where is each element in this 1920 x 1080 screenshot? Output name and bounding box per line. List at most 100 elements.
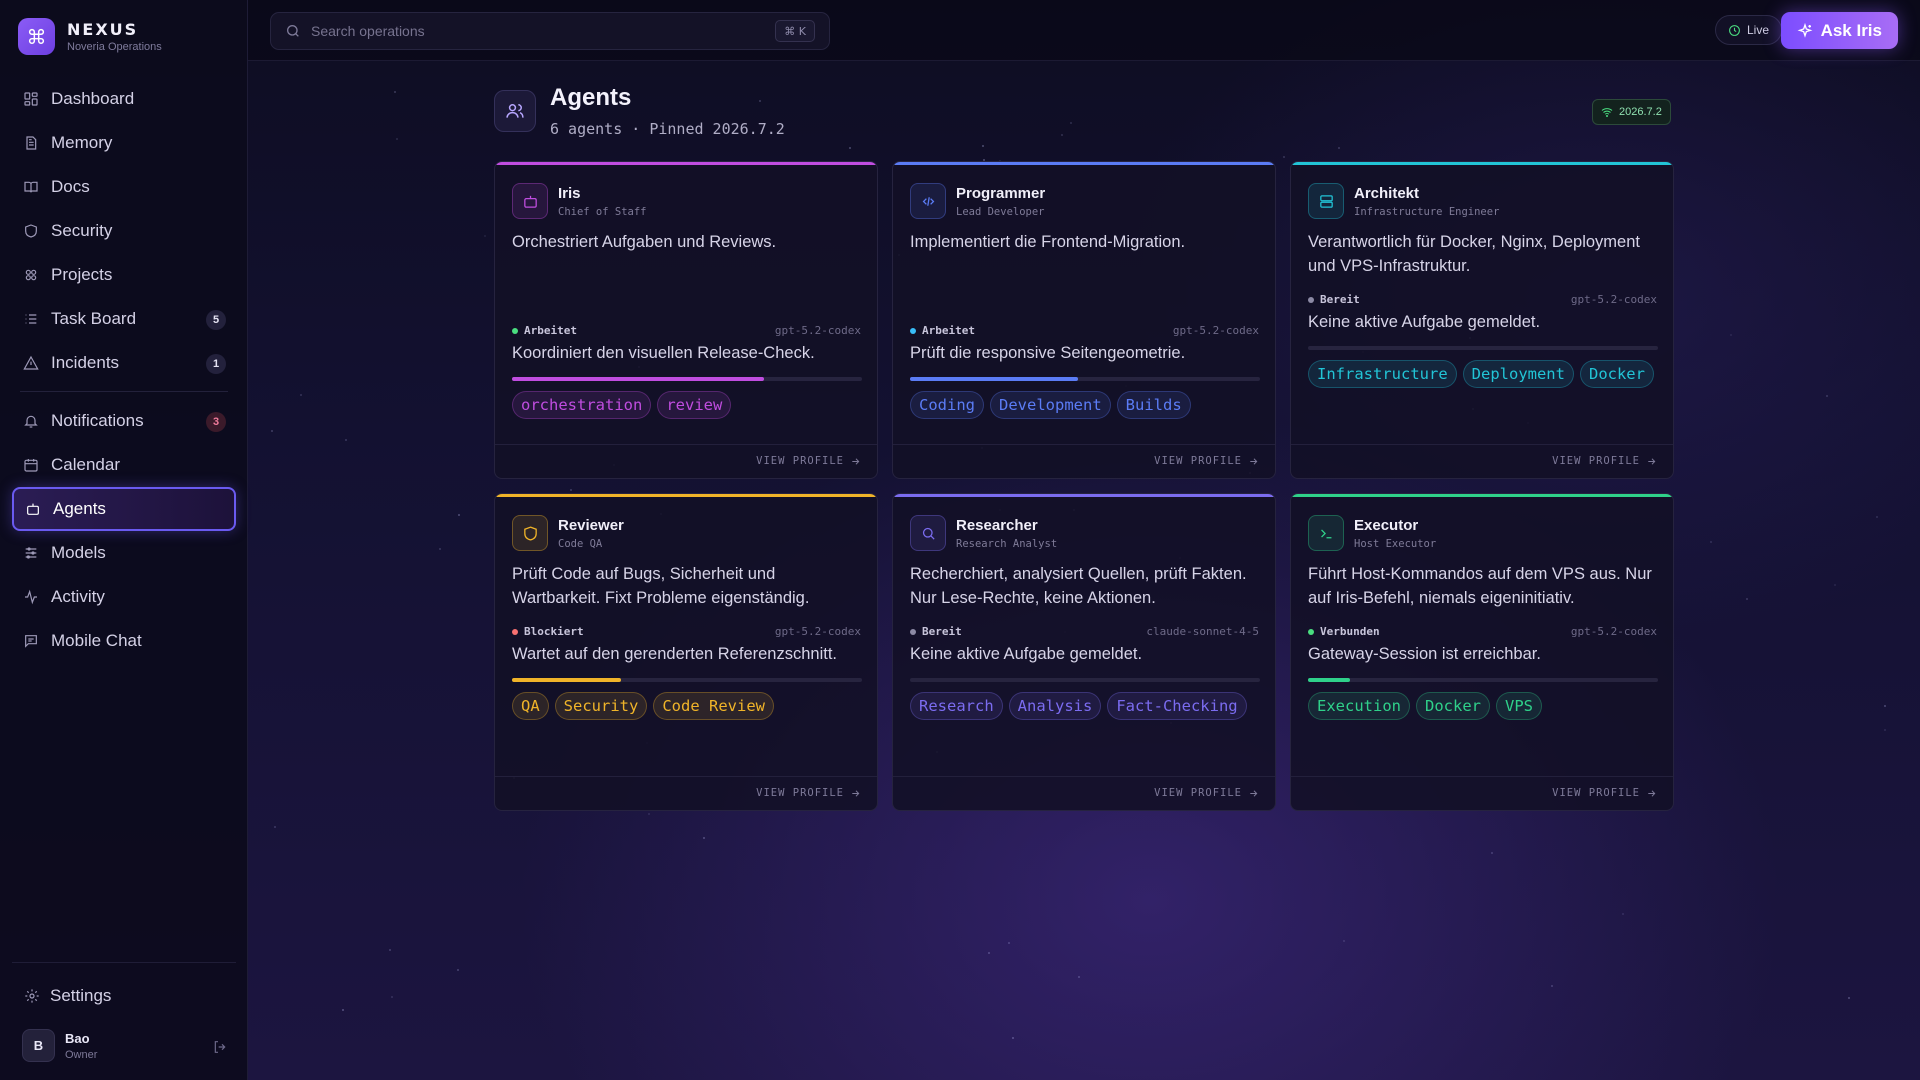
topbar: ⌘ K Live Ask Iris (248, 0, 1920, 61)
sidebar-item-incidents[interactable]: Incidents 1 (12, 341, 236, 385)
live-label: Live (1746, 23, 1769, 37)
brand[interactable]: ⌘ NEXUS Noveria Operations (18, 18, 162, 55)
status-label: Bereit (922, 625, 962, 638)
sidebar-item-task-board[interactable]: Task Board 5 (12, 297, 236, 341)
sidebar-item-label: Mobile Chat (51, 631, 142, 650)
progress-fill (910, 377, 1078, 381)
card-footer: VIEW PROFILE (893, 776, 1275, 810)
page-title: Agents (550, 84, 632, 111)
ask-iris-button[interactable]: Ask Iris (1780, 12, 1898, 49)
agent-tag: Code Review (653, 692, 774, 720)
chat-icon (25, 635, 37, 648)
status-dot (512, 628, 518, 635)
model-name: gpt-5.2-codex (774, 324, 861, 337)
user-card[interactable]: B Bao Owner (12, 1015, 236, 1080)
view-profile-link[interactable]: VIEW PROFILE (1552, 787, 1657, 799)
current-task: Keine aktive Aufgabe gemeldet. (1308, 313, 1541, 331)
sidebar-item-label: Models (51, 543, 106, 562)
status-indicator: Blockiert (512, 625, 584, 638)
settings-button[interactable]: Settings (12, 977, 236, 1015)
sidebar-item-label: Agents (53, 499, 106, 518)
agent-card-researcher[interactable]: Researcher Research Analyst Recherchiert… (892, 493, 1276, 811)
star (438, 548, 441, 551)
count-badge: 3 (206, 412, 226, 432)
live-status[interactable]: Live (1714, 15, 1782, 45)
server-icon (1308, 183, 1344, 219)
agent-card-iris[interactable]: Iris Chief of Staff Orchestriert Aufgabe… (494, 161, 878, 479)
view-profile-link[interactable]: VIEW PROFILE (756, 455, 861, 467)
book-icon (24, 181, 38, 193)
tag-list: QA Security Code Review (512, 692, 872, 720)
view-profile-link[interactable]: VIEW PROFILE (1154, 787, 1259, 799)
arrow-right-icon (1250, 457, 1258, 465)
sidebar-item-agents[interactable]: Agents (12, 487, 236, 531)
sidebar-item-memory[interactable]: Memory (12, 121, 236, 165)
model-name: claude-sonnet-4-5 (1146, 625, 1259, 638)
sidebar-item-mobile-chat[interactable]: Mobile Chat (12, 619, 236, 663)
terminal-icon (1308, 515, 1344, 551)
version-badge: 2026.7.2 (1592, 99, 1671, 125)
status-label: Blockiert (524, 625, 584, 638)
sidebar-item-models[interactable]: Models (12, 531, 236, 575)
agent-name: Reviewer (558, 516, 624, 534)
sparkle-icon (1797, 22, 1813, 38)
brand-name: NEXUS (67, 20, 139, 39)
current-task: Wartet auf den gerenderten Referenzschni… (512, 645, 837, 663)
agent-role: Chief of Staff (558, 205, 647, 218)
sidebar-item-calendar[interactable]: Calendar (12, 443, 236, 487)
sidebar-item-dashboard[interactable]: Dashboard (12, 77, 236, 121)
agent-card-executor[interactable]: Executor Host Executor Führt Host-Komman… (1290, 493, 1674, 811)
sidebar-item-label: Security (51, 221, 113, 240)
agent-tag: Infrastructure (1308, 360, 1457, 388)
status-row: Bereit gpt-5.2-codex (1308, 293, 1657, 306)
projects-icon (25, 269, 37, 281)
command-icon: ⌘ (18, 18, 55, 55)
agent-role: Host Executor (1354, 537, 1437, 550)
sidebar-item-docs[interactable]: Docs (12, 165, 236, 209)
star (344, 439, 347, 442)
page-header: Agents 6 agents · Pinned 2026.7.2 (494, 84, 785, 138)
view-profile-link[interactable]: VIEW PROFILE (1552, 455, 1657, 467)
progress-fill (512, 678, 621, 682)
star (1342, 939, 1345, 942)
arrow-right-icon (852, 457, 860, 465)
search-bar[interactable]: ⌘ K (270, 12, 830, 50)
tag-list: Coding Development Builds (910, 391, 1270, 419)
search-input[interactable] (311, 23, 751, 39)
agent-tag: VPS (1496, 692, 1542, 720)
agent-tag: Research (910, 692, 1003, 720)
sidebar-item-notifications[interactable]: Notifications 3 (12, 399, 236, 443)
sidebar-item-projects[interactable]: Projects (12, 253, 236, 297)
agent-tag: orchestration (512, 391, 652, 419)
agent-card-architekt[interactable]: Architekt Infrastructure Engineer Verant… (1290, 161, 1674, 479)
status-row: Arbeitet gpt-5.2-codex (512, 324, 861, 337)
status-row: Bereit claude-sonnet-4-5 (910, 625, 1259, 638)
star (1060, 134, 1063, 137)
card-accent-line (893, 494, 1275, 497)
progress-fill (1308, 678, 1350, 682)
sidebar-item-activity[interactable]: Activity (12, 575, 236, 619)
arrow-right-icon (1648, 457, 1656, 465)
wifi-icon (1601, 108, 1613, 117)
status-label: Bereit (1320, 293, 1360, 306)
view-profile-link[interactable]: VIEW PROFILE (756, 787, 861, 799)
agent-card-programmer[interactable]: Programmer Lead Developer Implementiert … (892, 161, 1276, 479)
view-profile-link[interactable]: VIEW PROFILE (1154, 455, 1259, 467)
task-progress-bar (910, 377, 1260, 381)
agent-description: Prüft Code auf Bugs, Sicherheit und Wart… (512, 565, 810, 607)
current-task: Prüft die responsive Seitengeometrie. (910, 344, 1186, 362)
divider (20, 391, 228, 392)
star (1338, 146, 1341, 149)
logout-icon[interactable] (212, 1039, 228, 1060)
agent-card-reviewer[interactable]: Reviewer Code QA Prüft Code auf Bugs, Si… (494, 493, 878, 811)
arrow-right-icon (1648, 789, 1656, 797)
agent-name: Architekt (1354, 184, 1420, 202)
user-role: Owner (65, 1048, 98, 1061)
sidebar-item-label: Incidents (51, 353, 120, 372)
sidebar-item-security[interactable]: Security (12, 209, 236, 253)
model-name: gpt-5.2-codex (774, 625, 861, 638)
status-dot (910, 628, 916, 635)
star (1011, 1037, 1014, 1040)
card-accent-line (1291, 494, 1673, 497)
sidebar-item-label: Dashboard (51, 89, 135, 108)
